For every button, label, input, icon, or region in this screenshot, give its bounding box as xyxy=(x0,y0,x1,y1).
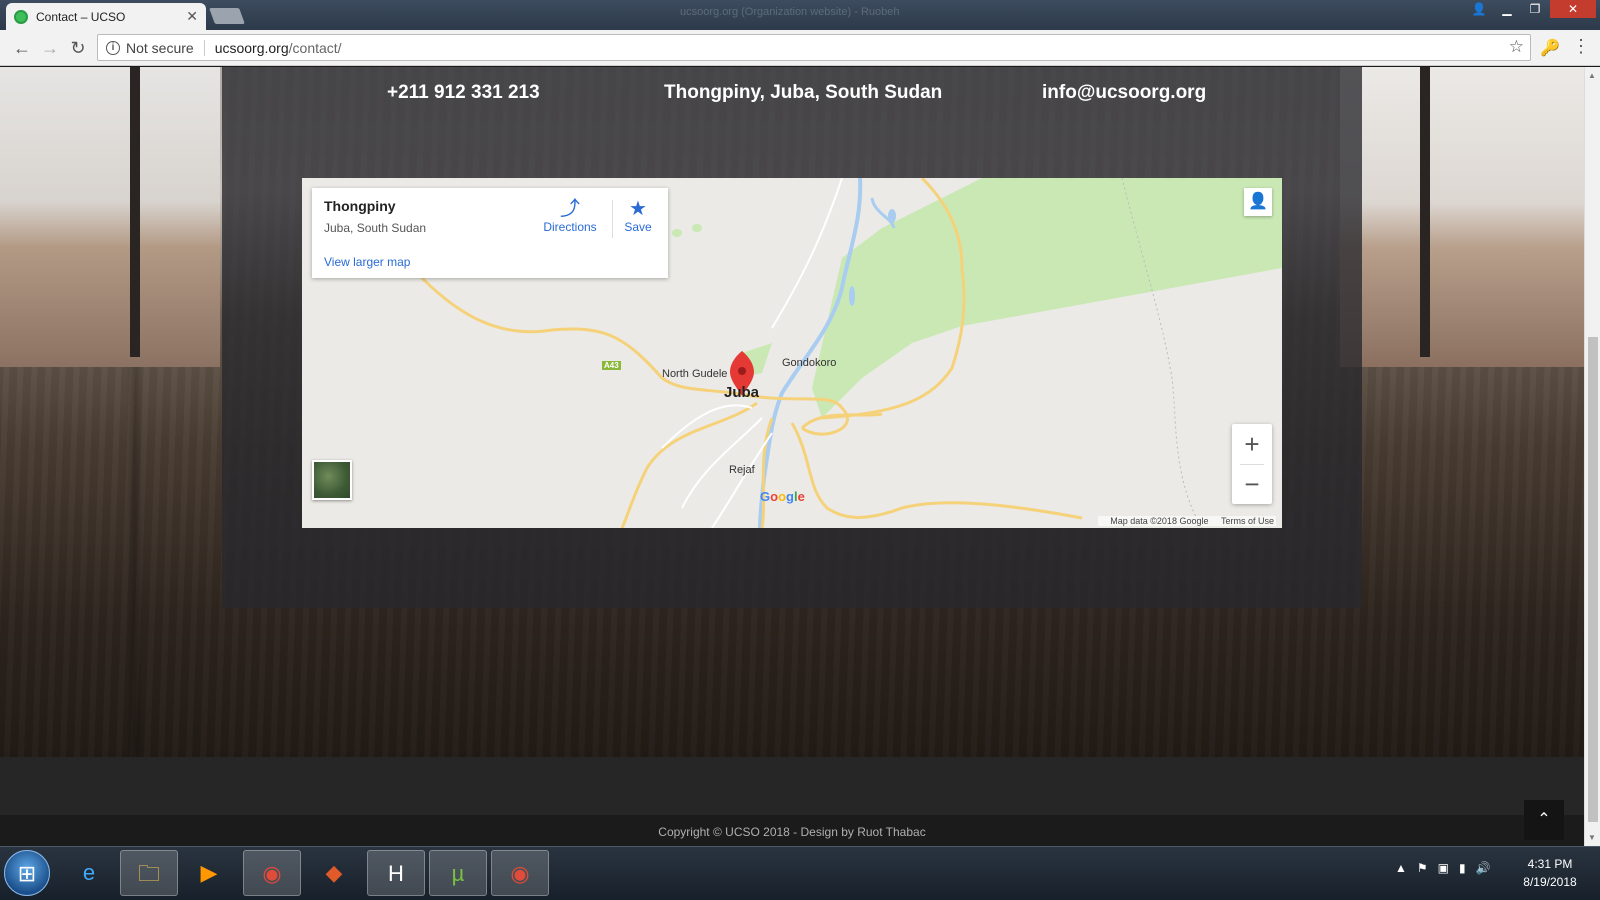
directions-button[interactable]: ⤴ Directions xyxy=(540,198,600,234)
directions-label: Directions xyxy=(543,220,597,234)
internet-explorer-icon[interactable]: e xyxy=(60,850,118,896)
key-extension-icon[interactable]: 🔑 xyxy=(1540,38,1560,58)
app-h-icon[interactable]: H xyxy=(367,850,425,896)
title-bar: Contact – UCSO ✕ ucsoorg.org (Organizati… xyxy=(0,0,1600,30)
address-bar[interactable]: i Not secure ucsoorg.org/contact/ ☆ xyxy=(97,34,1531,61)
save-label: Save xyxy=(624,220,652,234)
browser-toolbar: ← → ↻ i Not secure ucsoorg.org/contact/ … xyxy=(0,30,1600,66)
chrome-icon[interactable]: ◉ xyxy=(243,850,301,896)
site-favicon-icon xyxy=(14,9,28,24)
tab-close-icon[interactable]: ✕ xyxy=(186,8,198,25)
forward-icon[interactable]: → xyxy=(38,36,62,60)
background-window-left xyxy=(0,67,220,367)
contact-email[interactable]: info@ucsoorg.org xyxy=(1042,82,1206,104)
view-larger-map-link[interactable]: View larger map xyxy=(324,255,410,269)
chrome-window-icon[interactable]: ◉ xyxy=(491,850,549,896)
google-map-embed[interactable]: North Gudele Gondokoro Juba Rejaf A43 Go… xyxy=(302,178,1282,528)
background-window-frame xyxy=(1420,67,1430,357)
star-icon: ★ xyxy=(629,198,647,220)
park-patch xyxy=(692,224,702,232)
place-address: Juba, South Sudan xyxy=(324,221,427,235)
copyright-text: Copyright © UCSO 2018 - Design by Ruot T… xyxy=(658,825,926,839)
back-icon[interactable]: ← xyxy=(10,36,34,60)
close-window-button[interactable]: ✕ xyxy=(1550,0,1596,18)
scroll-down-arrow-icon[interactable]: ▼ xyxy=(1588,833,1596,842)
background-window-right xyxy=(1340,67,1584,367)
minimize-button[interactable]: ▁ xyxy=(1494,0,1520,18)
window-title: ucsoorg.org (Organization website) - Ruo… xyxy=(680,6,900,18)
contact-info-row: +211 912 331 213 Thongpiny, Juba, South … xyxy=(222,82,1362,112)
tab-title: Contact – UCSO xyxy=(36,9,126,24)
map-label-gondokoro: Gondokoro xyxy=(782,357,837,369)
zoom-divider xyxy=(1240,464,1264,465)
place-info-card: Thongpiny Juba, South Sudan View larger … xyxy=(312,188,668,278)
save-button[interactable]: ★ Save xyxy=(616,198,660,234)
clock-date: 8/19/2018 xyxy=(1523,875,1577,889)
footer: Copyright © UCSO 2018 - Design by Ruot T… xyxy=(0,815,1584,846)
map-label-rejaf: Rejaf xyxy=(729,464,755,476)
zoom-controls: + − xyxy=(1232,424,1272,504)
google-logo: Google xyxy=(760,489,805,504)
taskbar-clock[interactable]: 4:31 PM 8/19/2018 xyxy=(1515,855,1585,891)
zoom-in-button[interactable]: + xyxy=(1232,424,1272,464)
map-label-north-gudele: North Gudele xyxy=(662,368,728,380)
browser-tab[interactable]: Contact – UCSO ✕ xyxy=(6,3,206,30)
page-viewport: +211 912 331 213 Thongpiny, Juba, South … xyxy=(0,67,1584,846)
bookmark-star-icon[interactable]: ☆ xyxy=(1509,37,1524,57)
system-tray[interactable]: ▲⚑▣▮🔊 xyxy=(1395,861,1501,875)
not-secure-label[interactable]: Not secure xyxy=(126,39,205,56)
lake xyxy=(849,286,855,306)
url-path: /contact/ xyxy=(288,39,342,56)
windows-taskbar: ⊞ e 🗀 ▶ ◉ ◆ H µ ◉ ▲⚑▣▮🔊 4:31 PM 8/19/201… xyxy=(0,846,1600,900)
new-tab-button[interactable] xyxy=(209,8,245,24)
lake xyxy=(888,209,896,223)
place-name: Thongpiny xyxy=(324,198,396,214)
zoom-out-button[interactable]: − xyxy=(1232,464,1272,504)
card-divider xyxy=(612,200,613,238)
utorrent-icon[interactable]: µ xyxy=(429,850,487,896)
park-patch xyxy=(672,229,682,237)
footer-upper xyxy=(0,757,1584,815)
file-explorer-icon[interactable]: 🗀 xyxy=(120,850,178,896)
maximize-button[interactable]: ❐ xyxy=(1522,0,1548,18)
browser-menu-icon[interactable]: ⋮ xyxy=(1572,36,1590,57)
clock-time: 4:31 PM xyxy=(1527,857,1573,871)
street-view-pegman-icon[interactable]: 👤 xyxy=(1244,188,1272,216)
background-window-frame xyxy=(130,67,140,357)
directions-icon: ⤴ xyxy=(560,198,580,220)
map-data-credit: Map data ©2018 Google xyxy=(1110,516,1209,526)
profile-icon[interactable]: 👤 xyxy=(1466,0,1492,18)
page-scrollbar[interactable]: ▲ ▼ xyxy=(1584,67,1600,846)
back-to-top-button[interactable]: ⌃ xyxy=(1524,800,1564,840)
scroll-up-arrow-icon[interactable]: ▲ xyxy=(1588,71,1596,80)
satellite-toggle-button[interactable] xyxy=(312,460,352,500)
road-shield-a43: A43 xyxy=(602,361,621,370)
contact-address: Thongpiny, Juba, South Sudan xyxy=(664,82,943,103)
terms-of-use-link[interactable]: Terms of Use xyxy=(1221,516,1274,526)
info-icon[interactable]: i xyxy=(106,40,120,55)
url-domain: ucsoorg.org xyxy=(214,39,289,56)
reload-icon[interactable]: ↻ xyxy=(66,36,90,60)
git-icon[interactable]: ◆ xyxy=(305,850,363,896)
map-label-juba: Juba xyxy=(724,384,760,401)
contact-phone[interactable]: +211 912 331 213 xyxy=(387,82,540,104)
map-attribution: Map data ©2018 Google Terms of Use xyxy=(1098,516,1276,526)
scrollbar-thumb[interactable] xyxy=(1588,337,1598,822)
window-controls: 👤 ▁ ❐ ✕ xyxy=(1464,0,1596,18)
start-button[interactable]: ⊞ xyxy=(4,850,50,896)
url-text[interactable]: ucsoorg.org/contact/ xyxy=(205,40,342,56)
media-player-icon[interactable]: ▶ xyxy=(180,850,238,896)
